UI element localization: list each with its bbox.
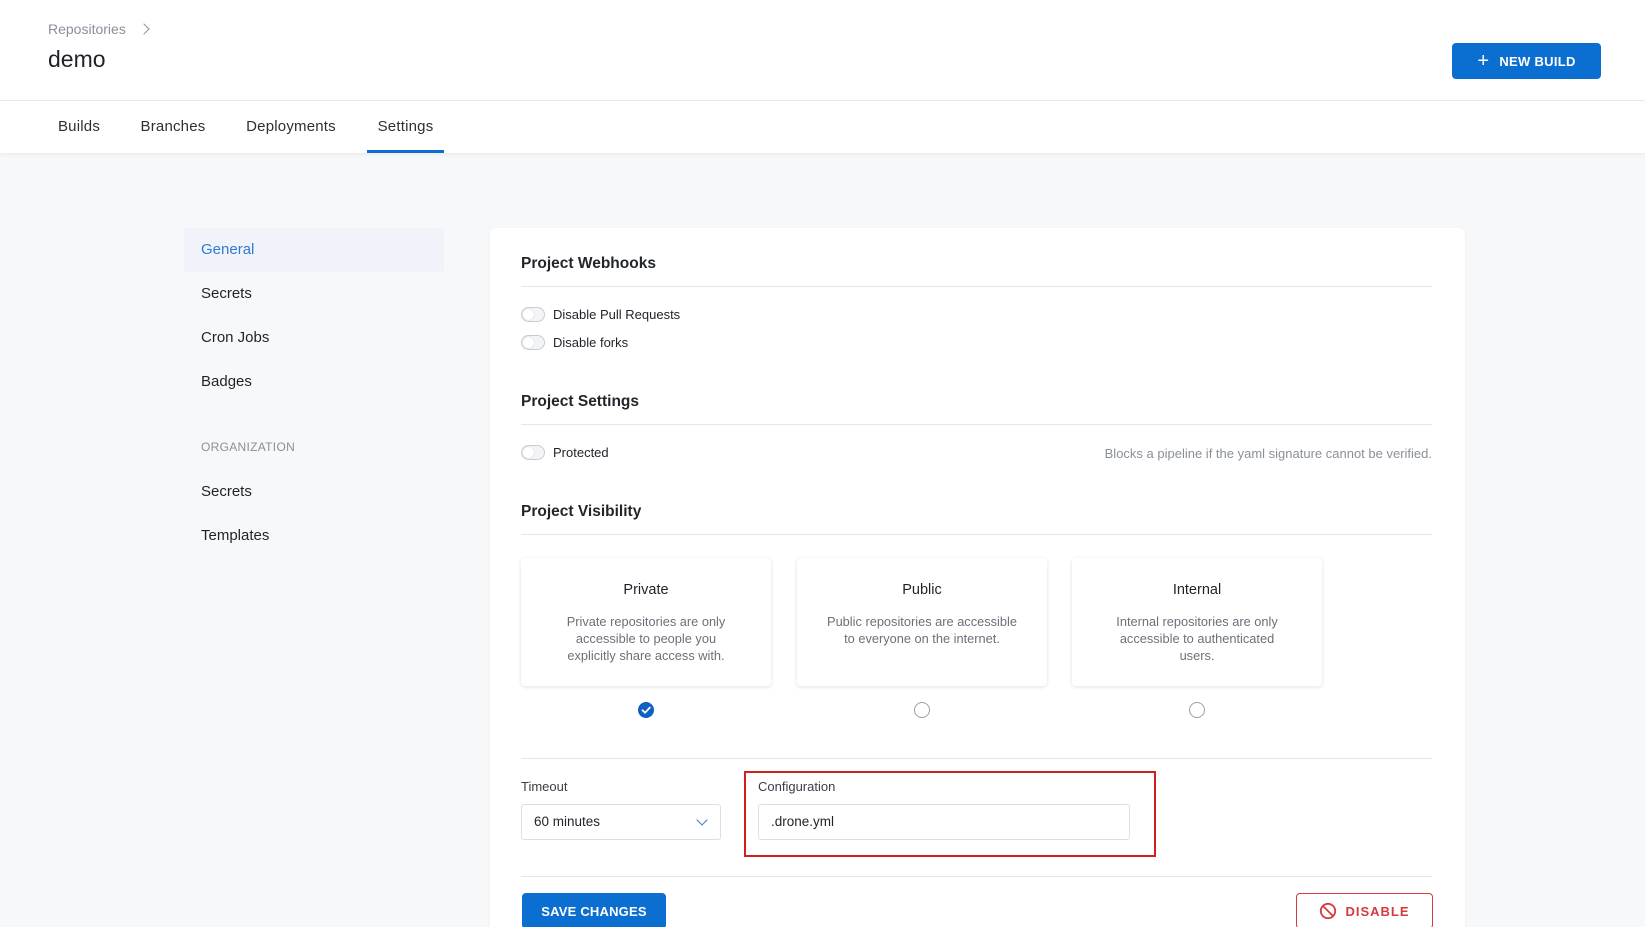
disable-button-label: DISABLE [1345, 903, 1410, 919]
sidebar-item-org-templates[interactable]: Templates [184, 514, 444, 558]
visibility-radio-internal[interactable] [1189, 702, 1205, 718]
tab-deployments[interactable]: Deployments [245, 101, 337, 153]
toggle-row-disable-forks: Disable forks [521, 335, 628, 350]
divider [521, 534, 1432, 535]
configuration-input[interactable]: .drone.yml [758, 804, 1130, 840]
chevron-down-icon [696, 814, 708, 826]
sidebar-item-badges[interactable]: Badges [184, 360, 444, 404]
toggle-row-protected: Protected [521, 445, 609, 460]
visibility-option-title: Internal [1172, 582, 1222, 598]
chevron-right-icon [138, 23, 150, 35]
visibility-option-desc: Public repositories are accessible to ev… [827, 614, 1017, 646]
visibility-option-private[interactable]: Private Private repositories are only ac… [521, 558, 771, 686]
tab-branches[interactable]: Branches [140, 101, 206, 153]
disable-button[interactable]: DISABLE [1296, 893, 1433, 927]
tab-bar: Builds Branches Deployments Settings [0, 101, 1645, 153]
divider [521, 876, 1432, 877]
divider [521, 758, 1432, 759]
visibility-radio-private[interactable] [638, 702, 654, 718]
settings-card: Project Webhooks Disable Pull Requests D… [490, 228, 1465, 927]
divider [521, 286, 1432, 287]
configuration-input-value: .drone.yml [771, 814, 835, 829]
sidebar-heading-organization: ORGANIZATION [201, 440, 296, 454]
sidebar-item-cron-jobs[interactable]: Cron Jobs [184, 316, 444, 360]
divider [521, 424, 1432, 425]
visibility-option-title: Private [623, 582, 669, 598]
protected-toggle[interactable] [521, 445, 545, 460]
sidebar-item-secrets[interactable]: Secrets [184, 272, 444, 316]
visibility-option-desc: Private repositories are only accessible… [566, 614, 726, 663]
disable-forks-toggle[interactable] [521, 335, 545, 350]
check-icon [641, 706, 651, 714]
page-title: demo [48, 46, 106, 72]
new-build-button[interactable]: + NEW BUILD [1452, 43, 1601, 79]
section-title-settings: Project Settings [521, 393, 639, 410]
section-title-webhooks: Project Webhooks [521, 255, 656, 272]
tab-settings[interactable]: Settings [367, 101, 444, 153]
tab-builds[interactable]: Builds [57, 101, 101, 153]
visibility-option-internal[interactable]: Internal Internal repositories are only … [1072, 558, 1322, 686]
sidebar-item-general[interactable]: General [184, 228, 444, 272]
page-header: Repositories demo + NEW BUILD [0, 0, 1645, 101]
disable-forks-label: Disable forks [553, 335, 629, 350]
protected-hint: Blocks a pipeline if the yaml signature … [1104, 446, 1432, 461]
disable-pull-requests-label: Disable Pull Requests [553, 307, 681, 322]
timeout-label: Timeout [521, 779, 568, 794]
timeout-select[interactable]: 60 minutes [521, 804, 721, 840]
visibility-option-desc: Internal repositories are only accessibl… [1116, 614, 1278, 663]
sidebar-item-org-secrets[interactable]: Secrets [184, 470, 444, 514]
visibility-option-title: Public [902, 582, 942, 598]
visibility-option-public[interactable]: Public Public repositories are accessibl… [797, 558, 1047, 686]
protected-label: Protected [553, 445, 609, 460]
section-title-visibility: Project Visibility [521, 503, 642, 520]
new-build-label: NEW BUILD [1499, 53, 1576, 69]
block-icon [1320, 902, 1337, 920]
configuration-label: Configuration [758, 779, 836, 794]
breadcrumb-repositories-link[interactable]: Repositories [48, 21, 126, 37]
save-changes-button[interactable]: SAVE CHANGES [522, 893, 666, 927]
disable-pull-requests-toggle[interactable] [521, 307, 545, 322]
toggle-row-disable-pull-requests: Disable Pull Requests [521, 307, 680, 322]
plus-icon: + [1477, 50, 1490, 72]
timeout-select-value: 60 minutes [534, 814, 601, 829]
visibility-radio-public[interactable] [914, 702, 930, 718]
breadcrumb: Repositories [48, 21, 150, 37]
